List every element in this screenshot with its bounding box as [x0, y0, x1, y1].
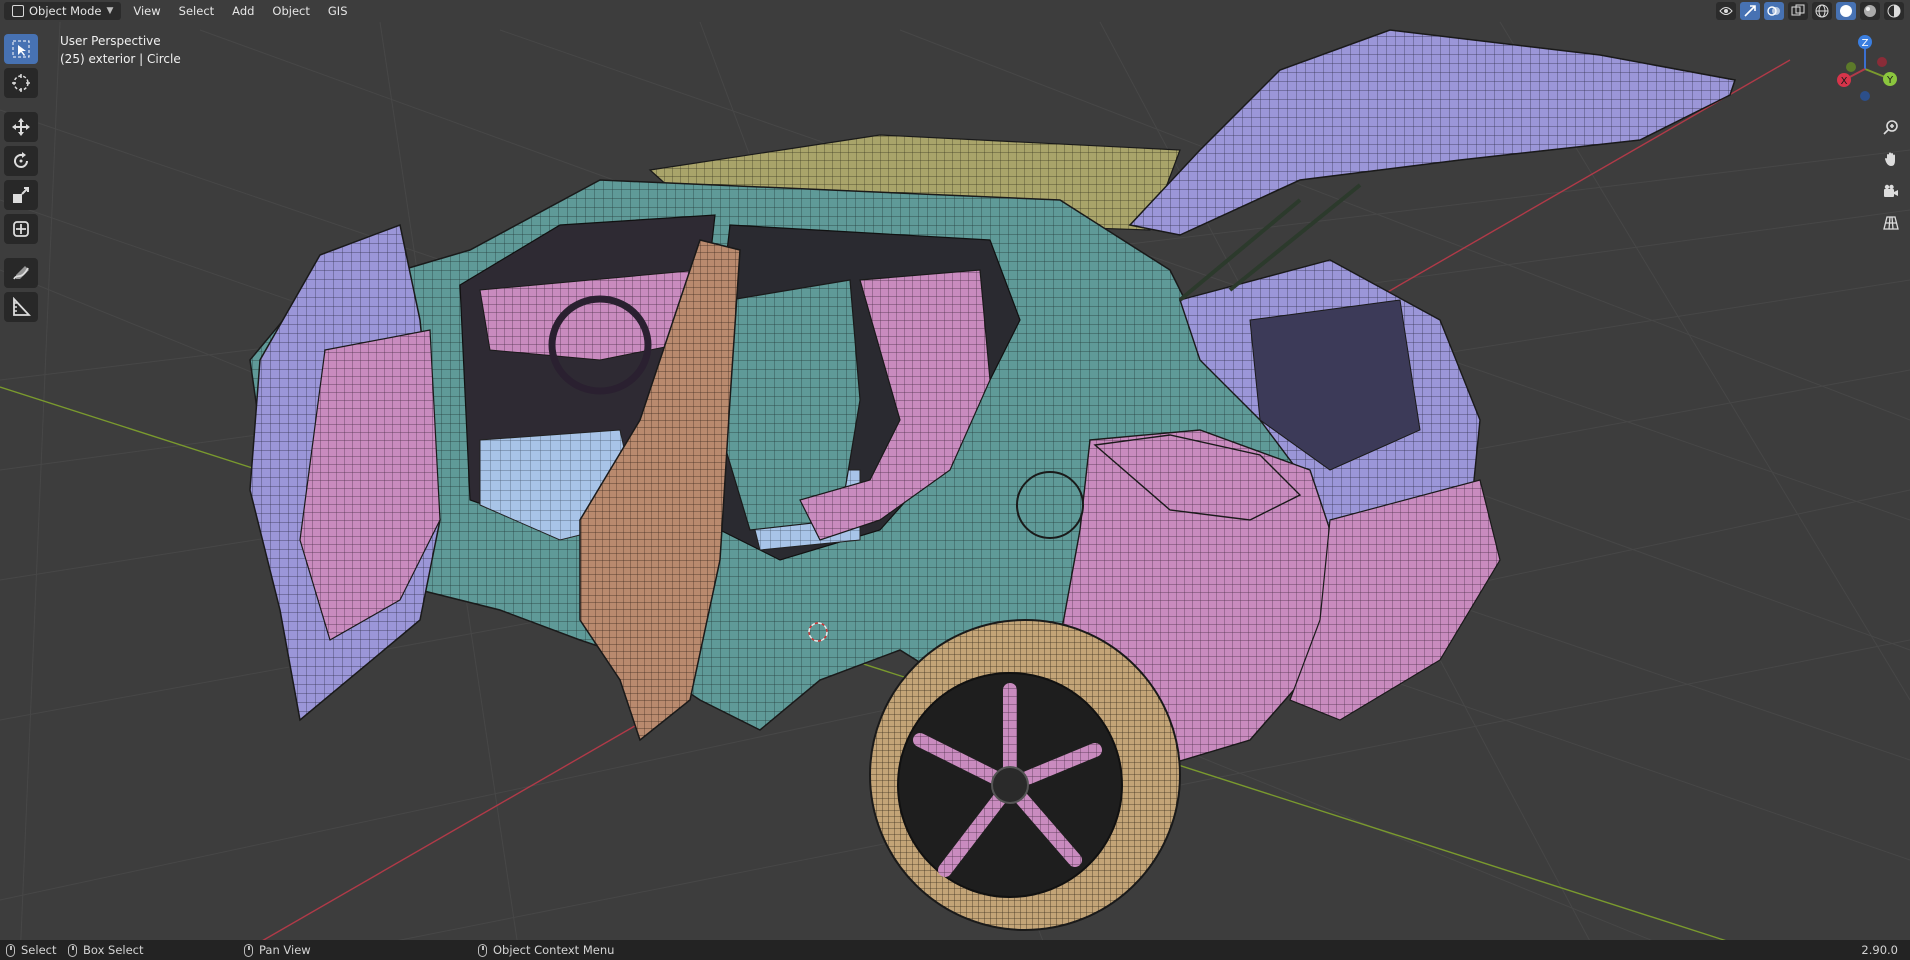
- zoom-button[interactable]: [1878, 114, 1904, 140]
- gizmo-y-label: Y: [1886, 75, 1894, 86]
- gizmo-neg-y: [1846, 62, 1856, 72]
- shading-wireframe[interactable]: [1812, 2, 1832, 20]
- status-box-select: Box Select: [68, 943, 244, 957]
- view-name: User Perspective: [60, 34, 161, 48]
- gizmo-z-label: Z: [1862, 38, 1869, 49]
- shading-solid[interactable]: [1836, 2, 1856, 20]
- object-info: (25) exterior | Circle: [60, 52, 181, 66]
- menu-view[interactable]: View: [127, 2, 166, 20]
- scale-tool[interactable]: [4, 180, 38, 210]
- eye-icon: [1719, 7, 1733, 15]
- pan-button[interactable]: [1878, 146, 1904, 172]
- menu-gis[interactable]: GIS: [322, 2, 354, 20]
- move-icon: [12, 118, 30, 136]
- menu-add[interactable]: Add: [226, 2, 260, 20]
- viewport-header-right: [1716, 2, 1904, 20]
- status-context-menu: Object Context Menu: [478, 943, 614, 957]
- zoom-icon: [1883, 120, 1898, 135]
- menu-select[interactable]: Select: [173, 2, 220, 20]
- tool-shelf: [4, 34, 38, 322]
- wireframe-sphere-icon: [1815, 4, 1829, 18]
- rotate-icon: [14, 152, 28, 168]
- cursor-tool[interactable]: [4, 68, 38, 98]
- transform-tool[interactable]: [4, 214, 38, 244]
- move-tool[interactable]: [4, 112, 38, 142]
- version-label: 2.90.0: [1861, 943, 1898, 957]
- mode-selector[interactable]: Object Mode ▼: [4, 2, 122, 20]
- solid-sphere-icon: [1840, 5, 1852, 17]
- overlay-toggle[interactable]: [1764, 2, 1784, 20]
- shading-material[interactable]: [1860, 2, 1880, 20]
- status-pan-view: Pan View: [244, 943, 478, 957]
- status-select: Select: [6, 943, 68, 957]
- chevron-down-icon: ▼: [106, 6, 114, 16]
- mode-label: Object Mode: [29, 4, 102, 18]
- measure-icon: [13, 297, 31, 316]
- navigation-controls: [1878, 114, 1904, 236]
- menu-object[interactable]: Object: [266, 2, 315, 20]
- mouse-left-icon: [6, 943, 15, 957]
- object-mode-icon: [12, 5, 24, 17]
- annotate-icon: [13, 266, 29, 280]
- mouse-drag-icon: [68, 943, 77, 957]
- status-box-select-label: Box Select: [83, 943, 144, 957]
- viewport-header: Object Mode ▼ View Select Add Object GIS: [0, 0, 1910, 22]
- navigation-gizmo[interactable]: X Y Z: [1830, 34, 1900, 104]
- gizmo-neg-x: [1877, 57, 1887, 67]
- mouse-middle-icon: [244, 943, 253, 957]
- cursor-icon: [12, 74, 30, 92]
- mouse-right-icon: [478, 943, 487, 957]
- status-bar: Select Box Select Pan View Object Contex…: [0, 940, 1910, 960]
- rotate-tool[interactable]: [4, 146, 38, 176]
- scale-icon: [13, 187, 29, 203]
- gizmo-x-label: X: [1841, 76, 1848, 87]
- xray-icon: [1791, 4, 1805, 16]
- visibility-toggle[interactable]: [1716, 2, 1736, 20]
- xray-toggle[interactable]: [1788, 2, 1808, 20]
- annotate-tool[interactable]: [4, 258, 38, 288]
- camera-view-button[interactable]: [1878, 178, 1904, 204]
- measure-tool[interactable]: [4, 292, 38, 322]
- gizmo-neg-z: [1860, 91, 1870, 101]
- hand-icon: [1885, 152, 1895, 166]
- transform-icon: [13, 221, 29, 237]
- grid-perspective-icon: [1883, 216, 1899, 230]
- shading-rendered[interactable]: [1884, 2, 1904, 20]
- status-select-label: Select: [21, 943, 57, 957]
- perspective-toggle-button[interactable]: [1878, 210, 1904, 236]
- viewport-info: User Perspective (25) exterior | Circle: [60, 32, 181, 68]
- status-context-menu-label: Object Context Menu: [493, 943, 615, 957]
- rendered-sphere-icon: [1887, 4, 1901, 18]
- camera-icon: [1884, 184, 1898, 197]
- 3d-viewport[interactable]: [0, 0, 1910, 960]
- material-sphere-icon: [1864, 5, 1876, 17]
- select-box-tool[interactable]: [4, 34, 38, 64]
- select-box-icon: [12, 40, 30, 58]
- overlay-icon: [1767, 6, 1780, 16]
- status-pan-view-label: Pan View: [259, 943, 311, 957]
- gizmo-toggle[interactable]: [1740, 2, 1760, 20]
- gizmo-icon: [1744, 5, 1756, 17]
